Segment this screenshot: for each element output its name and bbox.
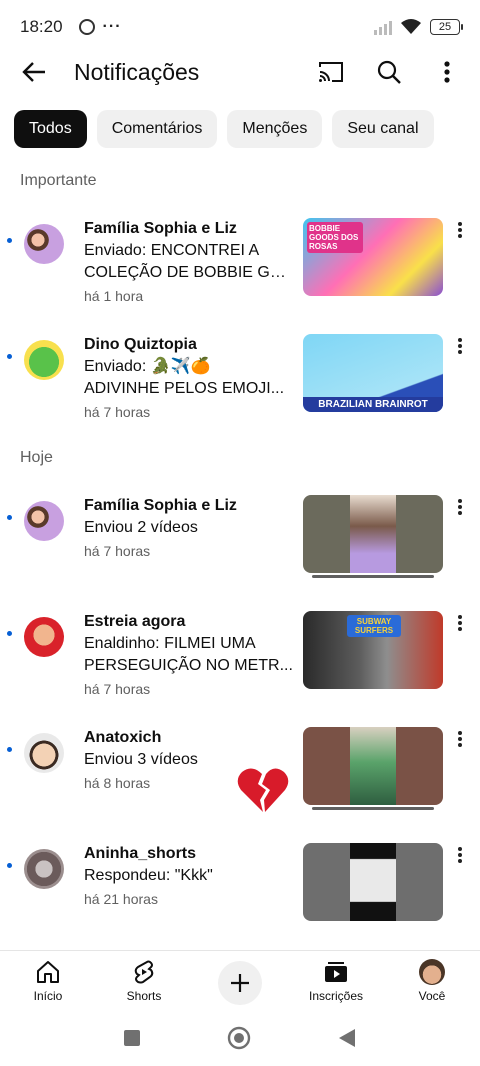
cast-button[interactable]	[312, 53, 350, 91]
section-title-important: Importante	[20, 172, 97, 189]
notification-message-2: PERSEGUIÇÃO NO METR...	[84, 657, 293, 674]
notification-item[interactable]: Família Sophia e Liz Enviado: ENCONTREI …	[0, 218, 480, 318]
notification-channel: Família Sophia e Liz	[84, 497, 237, 514]
nav-subscriptions-label: Inscrições	[308, 989, 364, 1003]
search-button[interactable]	[370, 53, 408, 91]
notification-message-2: COLEÇÃO DE BOBBIE GO...	[84, 264, 294, 281]
search-icon	[377, 60, 401, 84]
battery-level: 25	[438, 21, 452, 33]
unread-dot	[7, 354, 12, 359]
nav-you-label: Você	[418, 989, 446, 1003]
video-thumbnail[interactable]	[303, 495, 443, 573]
shorts-icon	[134, 960, 154, 984]
nav-home[interactable]: Início	[0, 951, 96, 1010]
notification-item[interactable]: Família Sophia e Liz Enviou 2 vídeos há …	[0, 495, 480, 595]
thumbnail-text: SUBWAY SURFERS	[347, 615, 401, 637]
notification-menu-button[interactable]	[452, 729, 468, 749]
overflow-menu-button[interactable]	[428, 53, 466, 91]
notification-channel: Dino Quiztopia	[84, 336, 197, 353]
unread-dot	[7, 238, 12, 243]
create-button[interactable]	[218, 961, 262, 1005]
avatar	[24, 340, 64, 380]
chip-all[interactable]: Todos	[14, 110, 87, 148]
nav-create[interactable]	[192, 951, 288, 1010]
notification-menu-button[interactable]	[452, 845, 468, 865]
notification-channel: Aninha_shorts	[84, 845, 197, 862]
system-navigation	[0, 1010, 480, 1066]
avatar	[24, 224, 64, 264]
back-arrow-icon	[22, 62, 45, 82]
video-thumbnail[interactable]: BOBBIE GOODS DOS ROSAS	[303, 218, 443, 296]
plus-icon	[231, 974, 249, 992]
notification-menu-button[interactable]	[452, 497, 468, 517]
avatar	[24, 733, 64, 773]
notification-time: há 1 hora	[84, 288, 144, 304]
notification-time: há 7 horas	[84, 681, 151, 697]
unread-dot	[7, 747, 12, 752]
notification-message: Respondeu: "Kkk"	[84, 867, 213, 884]
notification-item[interactable]: Aninha_shorts Respondeu: "Kkk" há 21 hor…	[0, 843, 480, 943]
notification-menu-button[interactable]	[452, 336, 468, 356]
stack-indicator	[312, 807, 434, 810]
video-thumbnail[interactable]: SUBWAY SURFERS	[303, 611, 443, 689]
video-thumbnail[interactable]	[303, 843, 443, 921]
unread-dot	[7, 631, 12, 636]
notification-time: há 7 horas	[84, 404, 151, 420]
app-bar: Notificações	[0, 46, 480, 98]
notification-message: Enaldinho: FILMEI UMA	[84, 635, 256, 652]
video-thumbnail[interactable]	[303, 727, 443, 805]
unread-dot	[7, 515, 12, 520]
avatar	[24, 617, 64, 657]
broken-heart-icon	[237, 768, 289, 812]
avatar	[419, 959, 445, 985]
notification-time: há 21 horas	[84, 891, 158, 907]
filter-chips: Todos Comentários Menções Seu canal	[14, 110, 434, 148]
notification-time: há 7 horas	[84, 543, 151, 559]
stack-indicator	[312, 575, 434, 578]
wifi-icon	[401, 19, 421, 34]
notification-message: Enviado: ENCONTREI A	[84, 242, 260, 259]
back-triangle-icon[interactable]	[337, 1027, 357, 1049]
video-thumbnail[interactable]: BRAZILIAN BRAINROT	[303, 334, 443, 412]
more-vert-icon	[444, 61, 450, 83]
notification-menu-button[interactable]	[452, 220, 468, 240]
nav-you[interactable]: Você	[384, 951, 480, 1010]
nav-shorts[interactable]: Shorts	[96, 951, 192, 1010]
cast-icon	[319, 62, 343, 82]
notification-channel: Família Sophia e Liz	[84, 220, 237, 237]
notification-item[interactable]: Estreia agora Enaldinho: FILMEI UMA PERS…	[0, 611, 480, 711]
notification-message: Enviou 2 vídeos	[84, 519, 198, 536]
nav-subscriptions[interactable]: Inscrições	[288, 951, 384, 1010]
whatsapp-icon	[78, 19, 95, 35]
chip-your-channel[interactable]: Seu canal	[332, 110, 434, 148]
notification-channel: Anatoxich	[84, 729, 162, 746]
bottom-navigation: Início Shorts Inscrições Você	[0, 950, 480, 1010]
recents-icon[interactable]	[123, 1029, 141, 1047]
chip-mentions[interactable]: Menções	[227, 110, 323, 148]
chip-comments[interactable]: Comentários	[96, 110, 218, 148]
home-icon	[37, 961, 59, 983]
notification-item[interactable]: Dino Quiztopia Enviado: 🐊✈️🍊 ADIVINHE PE…	[0, 334, 480, 434]
section-title-today: Hoje	[20, 449, 53, 466]
thumbnail-text: BRAZILIAN BRAINROT	[303, 397, 443, 412]
thumbnail-text: BOBBIE GOODS DOS ROSAS	[307, 222, 363, 253]
page-title: Notificações	[74, 58, 200, 85]
avatar	[24, 501, 64, 541]
status-time: 18:20	[20, 17, 63, 36]
nav-home-label: Início	[33, 989, 63, 1003]
unread-dot	[7, 863, 12, 868]
subscriptions-icon	[325, 962, 347, 982]
notification-channel: Estreia agora	[84, 613, 186, 630]
notification-message-2: ADIVINHE PELOS EMOJI...	[84, 380, 285, 397]
back-button[interactable]	[14, 52, 54, 92]
nav-shorts-label: Shorts	[126, 989, 162, 1003]
battery-icon: 25	[430, 19, 463, 35]
avatar	[24, 849, 64, 889]
more-notifications-icon: ···	[102, 18, 122, 35]
notification-message: Enviado: 🐊✈️🍊	[84, 358, 211, 375]
home-circle-icon[interactable]	[227, 1026, 251, 1050]
notification-menu-button[interactable]	[452, 613, 468, 633]
signal-icon	[374, 19, 392, 35]
